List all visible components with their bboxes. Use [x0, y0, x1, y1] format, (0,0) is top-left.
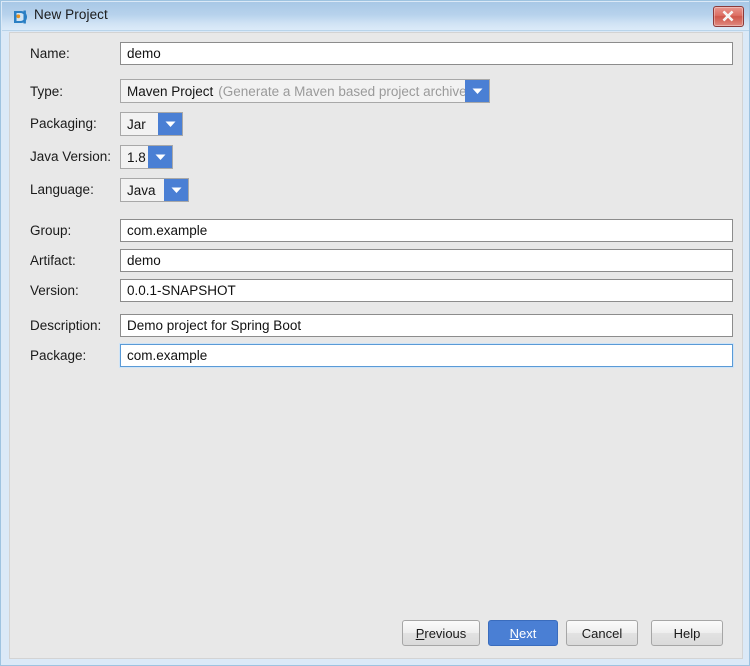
label-package: Package: — [30, 348, 87, 363]
chevron-down-icon[interactable] — [148, 146, 172, 168]
window-title: New Project — [34, 7, 108, 22]
dialog-content: Name: Type: Maven Project(Generate a Maven… — [9, 32, 743, 659]
previous-button[interactable]: Previous — [402, 620, 480, 646]
combo-value-java-version: 1.8 — [127, 149, 146, 165]
input-artifact[interactable] — [120, 249, 733, 272]
combo-type[interactable]: Maven Project (Generate a Maven based pro… — [120, 79, 490, 103]
combo-packaging[interactable]: Jar — [120, 112, 183, 136]
label-name: Name: — [30, 46, 70, 61]
input-description[interactable] — [120, 314, 733, 337]
label-type: Type: — [30, 84, 64, 99]
combo-value-language: Java — [127, 182, 156, 198]
label-version: Version: — [30, 283, 79, 298]
label-java-version: Java Version: — [30, 149, 112, 164]
close-icon[interactable] — [713, 6, 744, 27]
combo-value-type: Maven Project — [127, 83, 214, 99]
combo-java-version[interactable]: 1.8 — [120, 145, 173, 169]
label-packaging: Packaging: — [30, 116, 97, 131]
label-description: Description: — [30, 318, 102, 333]
help-button[interactable]: Help — [651, 620, 723, 646]
spring-boot-wizard-icon — [12, 9, 28, 25]
next-button[interactable]: Next — [488, 620, 558, 646]
label-language: Language: — [30, 182, 94, 197]
input-package[interactable] — [120, 344, 733, 367]
cancel-button[interactable]: Cancel — [566, 620, 638, 646]
chevron-down-icon[interactable] — [465, 80, 489, 102]
help-button-label: Help — [673, 625, 701, 641]
label-group: Group: — [30, 223, 72, 238]
cancel-button-label: Cancel — [581, 625, 623, 641]
chevron-down-icon[interactable] — [158, 113, 182, 135]
input-name[interactable] — [120, 42, 733, 65]
label-artifact: Artifact: — [30, 253, 76, 268]
input-version[interactable] — [120, 279, 733, 302]
previous-button-label: Previous — [415, 625, 467, 641]
combo-hint-type: (Generate a Maven based project archive) — [218, 83, 465, 99]
new-project-dialog: New Project Name: Type: Maven Project(Gene… — [0, 0, 750, 666]
input-group[interactable] — [120, 219, 733, 242]
next-button-label: Next — [509, 625, 537, 641]
combo-value-packaging: Jar — [127, 116, 146, 132]
title-bar: New Project — [2, 2, 749, 31]
combo-language[interactable]: Java — [120, 178, 189, 202]
chevron-down-icon[interactable] — [164, 179, 188, 201]
